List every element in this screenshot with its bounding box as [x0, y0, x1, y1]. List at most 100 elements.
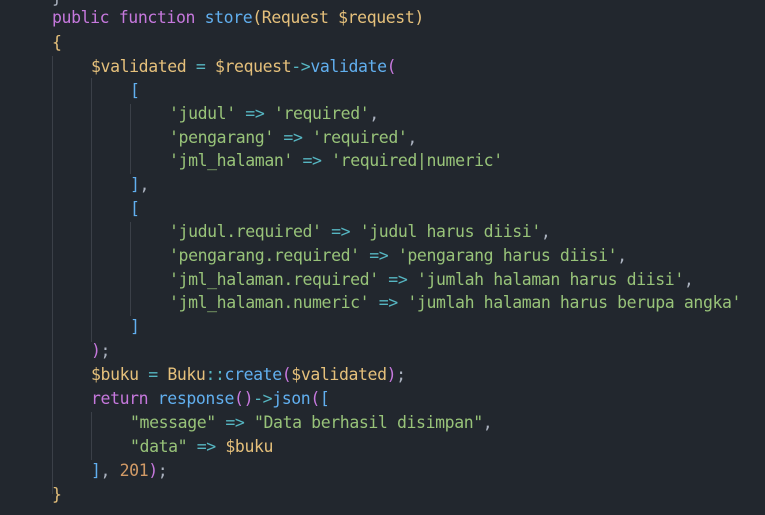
code-token: , [540, 222, 551, 241]
code-line: "data" => $buku [130, 435, 273, 459]
code-token: ( [386, 57, 397, 76]
code-token: ; [157, 461, 168, 480]
code-line: 'pengarang.required' => 'pengarang harus… [169, 244, 627, 268]
code-line: ); [91, 339, 110, 363]
code-token: => [225, 413, 245, 432]
code-line: $buku = Buku::create($validated); [91, 363, 406, 387]
code-token: , [482, 413, 493, 432]
code-token: 'pengarang' [169, 128, 274, 147]
code-line: 'pengarang' => 'required', [169, 126, 417, 150]
code-line: ], [130, 173, 149, 197]
code-token: [ [130, 81, 140, 100]
code-token: ) [414, 8, 424, 27]
code-token: $buku [225, 437, 274, 456]
code-token: 'required' [273, 104, 370, 123]
code-token: 201 [119, 461, 149, 480]
indent-guide [91, 78, 92, 342]
code-token: [ [319, 389, 330, 408]
code-line: "message" => "Data berhasil disimpan", [130, 411, 493, 435]
code-token: $validated [291, 365, 387, 384]
code-token: => [388, 270, 408, 289]
code-token: response [157, 389, 235, 408]
code-token: , [617, 246, 627, 265]
code-token: => [283, 128, 303, 147]
code-token: 'jml_halaman' [169, 151, 293, 170]
code-token: => [369, 246, 389, 265]
code-token: Buku [167, 365, 206, 384]
code-token: = [148, 365, 158, 384]
code-token: ; [396, 365, 406, 384]
code-token: => [302, 151, 322, 170]
code-token: => [245, 104, 265, 123]
code-line: } [52, 483, 62, 507]
code-token: ] [130, 317, 140, 336]
code-token: => [378, 293, 398, 312]
code-token: 'judul.required' [169, 222, 322, 241]
code-token: , [407, 128, 417, 147]
code-token: Request [261, 8, 329, 27]
indent-guide [91, 412, 92, 460]
code-line: [ [130, 197, 140, 221]
code-line: [ [130, 79, 140, 103]
code-token: , [100, 461, 120, 480]
code-token: 'judul' [169, 104, 236, 123]
code-token: -> [291, 57, 311, 76]
code-token: ) [386, 365, 397, 384]
code-line: $validated = $request->validate( [91, 55, 397, 79]
code-token: ) [148, 461, 158, 480]
code-token: $request [214, 57, 292, 76]
code-token: = [195, 57, 206, 76]
code-token: function [118, 8, 196, 27]
code-token: => [331, 222, 351, 241]
code-line: 'jml_halaman' => 'required|numeric' [169, 149, 503, 173]
code-token: "message" [130, 413, 216, 432]
editor-gutter [0, 0, 14, 515]
code-token: ] [91, 461, 101, 480]
code-token: 'jumlah halaman harus diisi' [416, 270, 684, 289]
code-line: public function store(Request $request) [52, 6, 424, 30]
code-token: ( [252, 8, 262, 27]
code-token: ] [130, 175, 140, 194]
code-token: ; [100, 341, 111, 360]
code-token: json [272, 389, 311, 408]
code-line: 'jml_halaman.numeric' => 'jumlah halaman… [169, 291, 741, 315]
code-line: return response()->json([ [91, 387, 330, 411]
code-token: $request [338, 8, 415, 27]
code-token: "Data berhasil disimpan" [253, 413, 483, 432]
code-editor[interactable]: } public function store(Request $request… [0, 0, 765, 515]
code-token: 'pengarang harus diisi' [397, 246, 618, 265]
code-token: , [369, 104, 379, 123]
code-token: ) [91, 341, 101, 360]
code-line: 'jml_halaman.required' => 'jumlah halama… [169, 268, 694, 292]
indent-guide [130, 222, 131, 316]
code-token: 'judul harus diisi' [359, 222, 542, 241]
code-token: $buku [91, 365, 139, 384]
code-token: 'jml_halaman.numeric' [169, 293, 370, 312]
code-token: 'jml_halaman.required' [169, 270, 379, 289]
code-token: validate [310, 57, 387, 76]
code-line: 'judul' => 'required', [169, 102, 379, 126]
code-token: store [204, 8, 253, 27]
code-token: 'jumlah halaman harus berupa angka' [407, 293, 742, 312]
